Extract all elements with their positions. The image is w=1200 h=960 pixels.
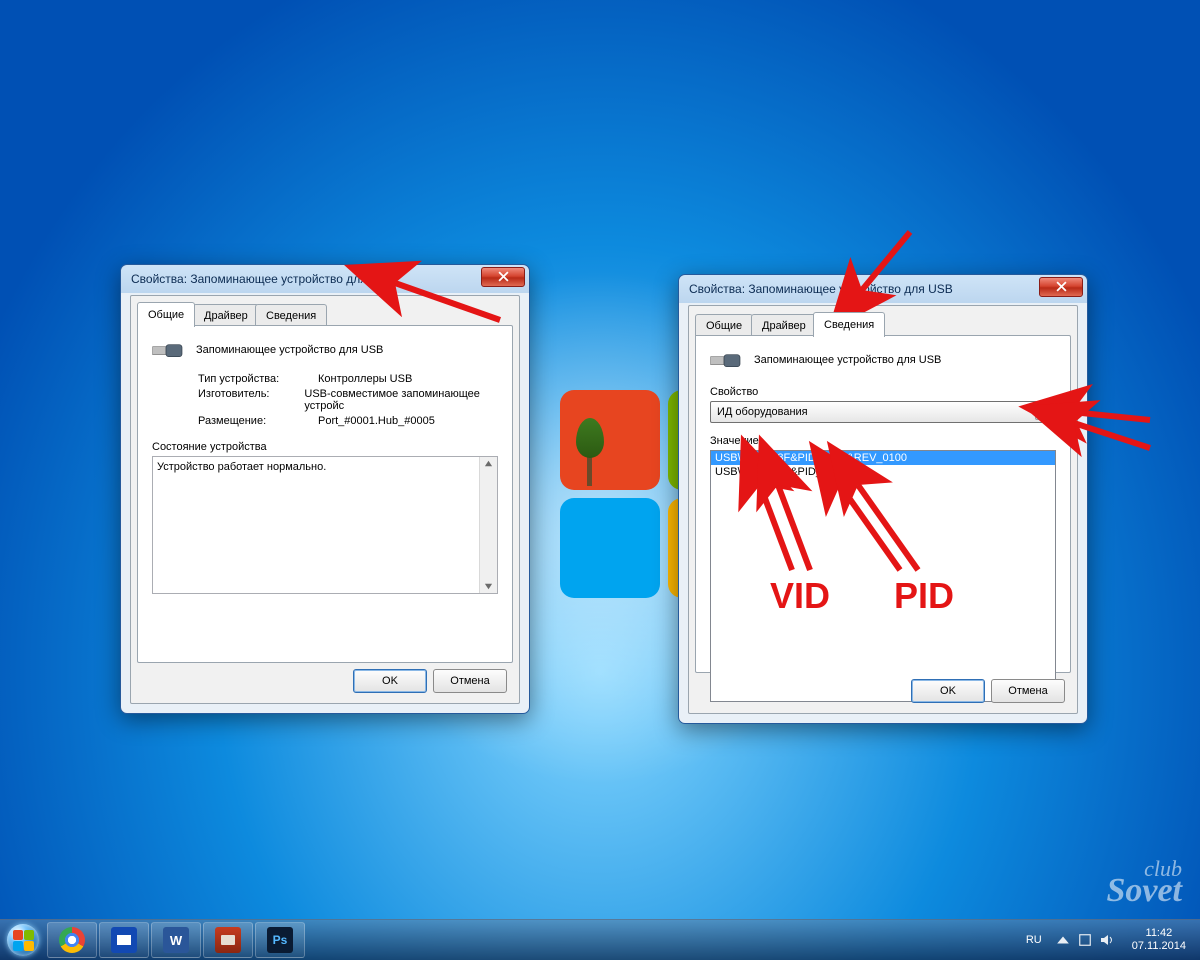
system-tray: RU 11:42 07.11.2014 [1020, 920, 1200, 960]
titlebar[interactable]: Свойства: Запоминающее устройство для US… [121, 265, 529, 292]
usb-icon [152, 340, 184, 360]
clock[interactable]: 11:42 07.11.2014 [1122, 920, 1196, 960]
value-listbox[interactable]: USB\VID_058F&PID_6366&REV_0100 USB\VID_0… [710, 450, 1056, 702]
label-manufacturer: Изготовитель: [198, 388, 304, 412]
tab-driver[interactable]: Драйвер [751, 314, 817, 337]
photoshop-icon: Ps [267, 927, 293, 953]
floppy-icon [111, 927, 137, 953]
taskbar: W Ps RU 11:42 07.11.2014 [0, 919, 1200, 960]
clock-date: 07.11.2014 [1132, 940, 1186, 953]
label-property: Свойство [710, 386, 1070, 398]
close-icon [1056, 281, 1067, 292]
tree-decoration [576, 418, 606, 488]
usb-icon [710, 350, 742, 370]
value-location: Port_#0001.Hub_#0005 [318, 415, 435, 427]
chrome-icon [59, 927, 85, 953]
client-area: Общие Драйвер Сведения Запоминающее устр… [688, 305, 1078, 714]
dropdown-button[interactable] [1035, 404, 1051, 420]
ok-button[interactable]: OK [911, 679, 985, 703]
tab-details[interactable]: Сведения [813, 312, 885, 337]
value-manufacturer: USB-совместимое запоминающее устройс [304, 388, 498, 412]
desktop: Свойства: Запоминающее устройство для US… [0, 0, 1200, 960]
word-icon: W [163, 927, 189, 953]
property-value: ИД оборудования [717, 406, 808, 418]
device-name: Запоминающее устройство для USB [196, 344, 383, 356]
properties-dialog-general: Свойства: Запоминающее устройство для US… [120, 264, 530, 714]
client-area: Общие Драйвер Сведения Запоминающее устр… [130, 295, 520, 704]
properties-dialog-details: Свойства: Запоминающее устройство для US… [678, 274, 1088, 724]
toolbox-icon [215, 927, 241, 953]
status-textbox[interactable]: Устройство работает нормально. [152, 456, 498, 594]
tab-general[interactable]: Общие [137, 302, 195, 327]
value-type: Контроллеры USB [318, 373, 412, 385]
ok-button[interactable]: OK [353, 669, 427, 693]
device-name: Запоминающее устройство для USB [754, 354, 941, 366]
tab-details[interactable]: Сведения [255, 304, 327, 327]
close-button[interactable] [1039, 277, 1083, 297]
label-status: Состояние устройства [152, 441, 512, 453]
taskbar-app-photoshop[interactable]: Ps [255, 922, 305, 958]
tab-page: Запоминающее устройство для USB Тип устр… [137, 325, 513, 663]
taskbar-app-save[interactable] [99, 922, 149, 958]
tab-general[interactable]: Общие [695, 314, 753, 337]
tab-strip: Общие Драйвер Сведения [695, 312, 1071, 336]
window-title: Свойства: Запоминающее устройство для US… [131, 272, 481, 286]
cancel-button[interactable]: Отмена [433, 669, 507, 693]
label-location: Размещение: [198, 415, 318, 427]
cancel-button[interactable]: Отмена [991, 679, 1065, 703]
window-title: Свойства: Запоминающее устройство для US… [689, 282, 1039, 296]
language-indicator[interactable]: RU [1020, 920, 1048, 960]
status-text: Устройство работает нормально. [157, 461, 326, 473]
start-button[interactable] [0, 920, 46, 960]
close-icon [498, 271, 509, 282]
scroll-down-icon [484, 582, 493, 591]
scroll-up-icon [484, 459, 493, 468]
tab-page: Запоминающее устройство для USB Свойство… [695, 335, 1071, 673]
device-properties: Тип устройства:Контроллеры USB Изготовит… [138, 364, 512, 427]
taskbar-app-word[interactable]: W [151, 922, 201, 958]
clock-time: 11:42 [1146, 927, 1173, 940]
tray-triangle-icon[interactable] [1056, 933, 1070, 947]
scrollbar[interactable] [479, 457, 497, 593]
volume-icon[interactable] [1100, 933, 1114, 947]
close-button[interactable] [481, 267, 525, 287]
list-item[interactable]: USB\VID_058F&PID_6366 [711, 465, 1055, 479]
tab-strip: Общие Драйвер Сведения [137, 302, 513, 326]
titlebar[interactable]: Свойства: Запоминающее устройство для US… [679, 275, 1087, 302]
tab-driver[interactable]: Драйвер [193, 304, 259, 327]
label-type: Тип устройства: [198, 373, 318, 385]
watermark: club Sovet [1106, 858, 1182, 908]
list-item[interactable]: USB\VID_058F&PID_6366&REV_0100 [711, 451, 1055, 465]
property-combobox[interactable]: ИД оборудования [710, 401, 1056, 423]
taskbar-app-chrome[interactable] [47, 922, 97, 958]
label-value: Значение [710, 435, 1070, 447]
taskbar-app-folder[interactable] [203, 922, 253, 958]
action-center-icon[interactable] [1078, 933, 1092, 947]
windows-logo-icon [7, 924, 39, 956]
chevron-down-icon [1039, 409, 1047, 415]
